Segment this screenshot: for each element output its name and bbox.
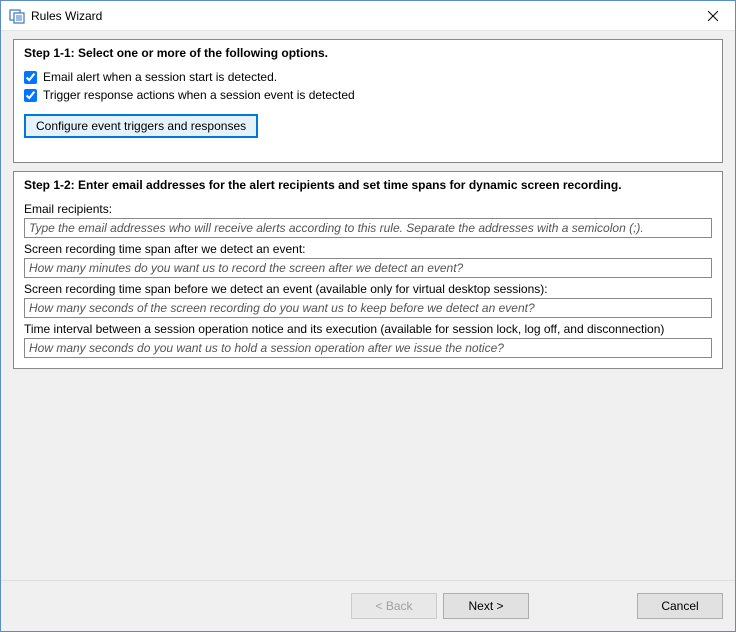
- checkbox-email-alert-label: Email alert when a session start is dete…: [43, 70, 277, 84]
- step-1-2-panel: Step 1-2: Enter email addresses for the …: [13, 171, 723, 369]
- spacer: [1, 377, 735, 580]
- footer: < Back Next > Cancel: [1, 580, 735, 631]
- checkbox-trigger-response-label: Trigger response actions when a session …: [43, 88, 355, 102]
- cancel-button[interactable]: Cancel: [637, 593, 723, 619]
- interval-input[interactable]: [24, 338, 712, 358]
- recipients-label: Email recipients:: [24, 202, 712, 216]
- window-title: Rules Wizard: [31, 9, 690, 23]
- after-event-input[interactable]: [24, 258, 712, 278]
- close-icon: [708, 11, 718, 21]
- step-1-1-heading: Step 1-1: Select one or more of the foll…: [14, 40, 722, 64]
- recipients-input[interactable]: [24, 218, 712, 238]
- step-1-1-panel: Step 1-1: Select one or more of the foll…: [13, 39, 723, 163]
- checkbox-row-email-alert: Email alert when a session start is dete…: [24, 70, 712, 84]
- next-button[interactable]: Next >: [443, 593, 529, 619]
- checkbox-row-trigger-response: Trigger response actions when a session …: [24, 88, 712, 102]
- title-bar: Rules Wizard: [1, 1, 735, 31]
- before-event-label: Screen recording time span before we det…: [24, 282, 712, 296]
- app-icon: [9, 8, 25, 24]
- after-event-label: Screen recording time span after we dete…: [24, 242, 712, 256]
- configure-triggers-button[interactable]: Configure event triggers and responses: [24, 114, 258, 138]
- checkbox-email-alert[interactable]: [24, 71, 37, 84]
- content-area: Step 1-1: Select one or more of the foll…: [1, 31, 735, 631]
- interval-label: Time interval between a session operatio…: [24, 322, 712, 336]
- checkbox-trigger-response[interactable]: [24, 89, 37, 102]
- before-event-input[interactable]: [24, 298, 712, 318]
- step-1-2-heading: Step 1-2: Enter email addresses for the …: [14, 172, 722, 196]
- back-button: < Back: [351, 593, 437, 619]
- close-button[interactable]: [690, 1, 735, 31]
